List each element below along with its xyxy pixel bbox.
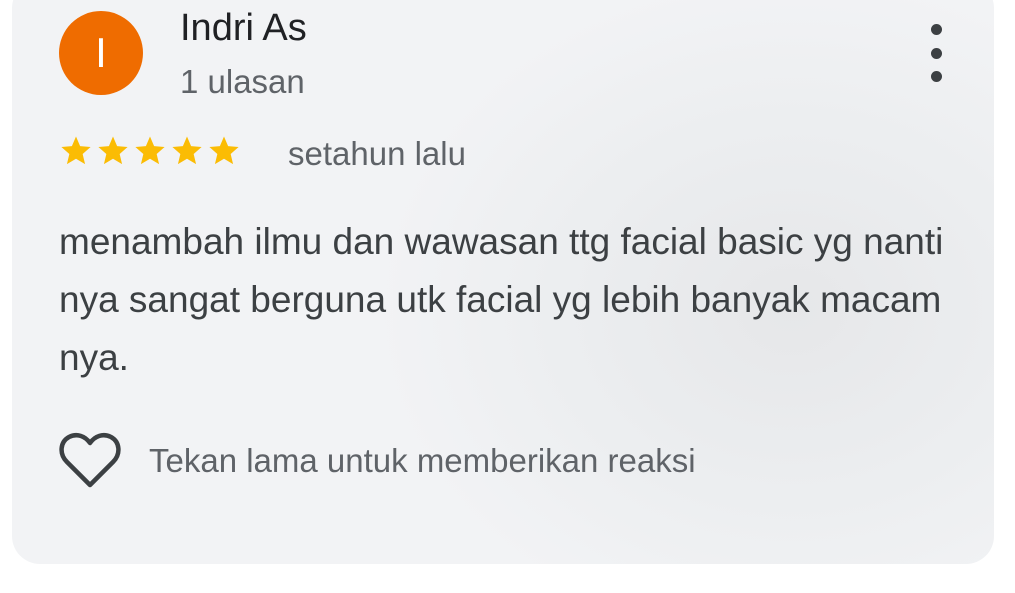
star-rating — [59, 134, 241, 168]
heart-outline-icon — [59, 433, 121, 488]
star-icon — [61, 136, 91, 165]
more-vert-icon — [930, 24, 942, 82]
star-icon — [135, 136, 165, 165]
avatar-initial: I — [95, 29, 107, 76]
author-name[interactable]: Indri As — [180, 6, 307, 50]
review-time: setahun lalu — [288, 135, 466, 172]
react-button[interactable]: Tekan lama untuk memberikan reaksi — [59, 432, 696, 490]
more-options-button[interactable] — [916, 24, 956, 82]
author-review-count: 1 ulasan — [180, 63, 305, 100]
star-icon — [98, 136, 128, 165]
star-icon — [209, 136, 239, 165]
review-card: I Indri As 1 ulasan setahun lalu menamba… — [12, 0, 994, 564]
review-text: menambah ilmu dan wawasan ttg facial bas… — [59, 221, 944, 378]
star-icon — [172, 136, 202, 165]
reaction-hint: Tekan lama untuk memberikan reaksi — [149, 442, 696, 479]
avatar[interactable]: I — [59, 11, 143, 95]
